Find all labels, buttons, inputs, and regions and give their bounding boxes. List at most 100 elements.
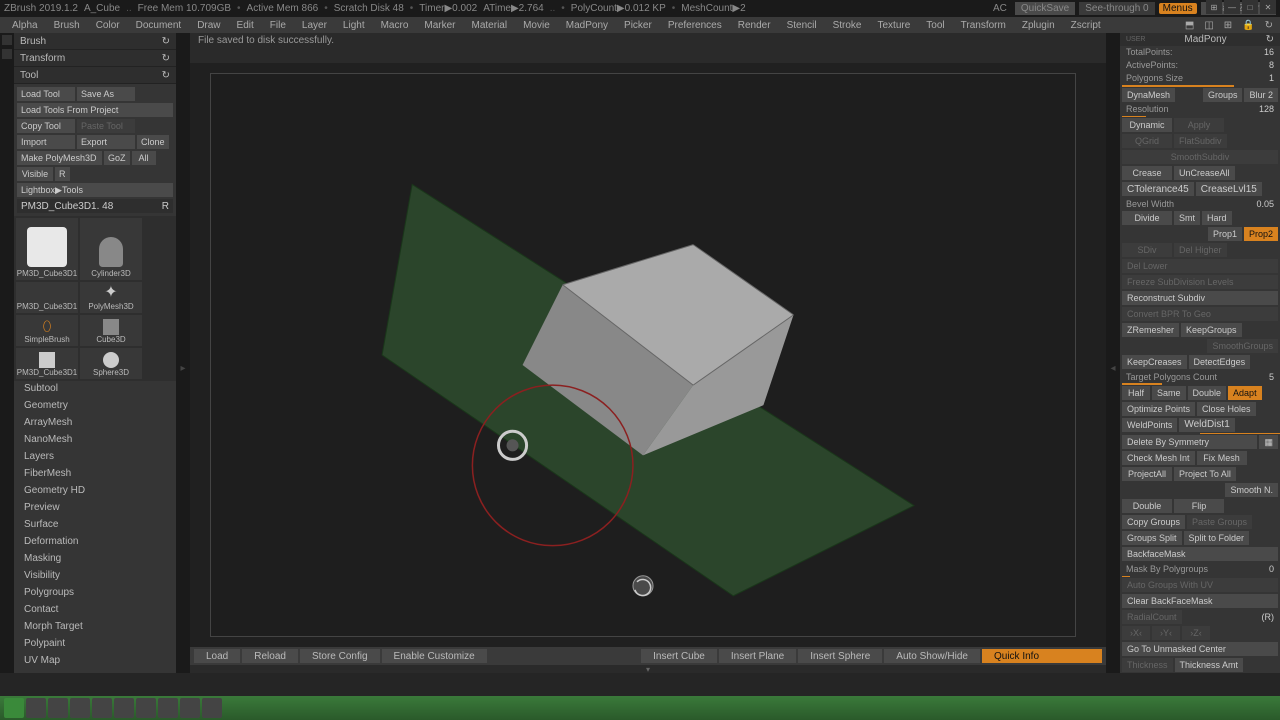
window-minimize-icon[interactable]: — (1224, 0, 1240, 14)
category-item[interactable]: Geometry HD (14, 483, 176, 500)
backfacemask-button[interactable]: BackfaceMask (1122, 547, 1278, 561)
sdiv-slider[interactable]: SDiv (1122, 243, 1172, 257)
taskbar-icon[interactable] (180, 698, 200, 718)
dynamesh-button[interactable]: DynaMesh (1122, 88, 1175, 102)
ui-icon[interactable]: ◫ (1201, 20, 1216, 31)
clone-button[interactable]: Clone (137, 135, 169, 149)
refresh-icon[interactable]: ↻ (162, 36, 170, 47)
menu-item[interactable]: Stroke (825, 20, 870, 31)
welddist-slider[interactable]: WeldDist 1 (1179, 418, 1234, 432)
thickness-amt-slider[interactable]: Thickness Amt (1175, 658, 1244, 672)
menus-button[interactable]: Menus (1159, 3, 1197, 14)
category-item[interactable]: Visibility (14, 568, 176, 585)
keepcreases-button[interactable]: KeepCreases (1122, 355, 1187, 369)
menu-item[interactable]: Draw (189, 20, 228, 31)
category-item[interactable]: NanoMesh (14, 432, 176, 449)
menu-item[interactable]: Preferences (660, 20, 730, 31)
reconstruct-button[interactable]: Reconstruct Subdiv (1122, 291, 1278, 305)
thickness-button[interactable]: Thickness (1122, 658, 1173, 672)
taskbar-icon[interactable] (4, 698, 24, 718)
taskbar-icon[interactable] (136, 698, 156, 718)
load-tool-button[interactable]: Load Tool (17, 87, 75, 101)
apply-button[interactable]: Apply (1174, 118, 1224, 132)
window-pin-icon[interactable]: ⊞ (1206, 0, 1222, 14)
del-higher-button[interactable]: Del Higher (1174, 243, 1227, 257)
copy-tool-button[interactable]: Copy Tool (17, 119, 75, 133)
tool-thumb[interactable]: PM3D_Cube3D1 (16, 282, 78, 313)
refresh-icon[interactable]: ↻ (1262, 20, 1276, 31)
menu-item[interactable]: Tool (918, 20, 952, 31)
adapt-button[interactable]: Adapt (1228, 386, 1262, 400)
flip-button[interactable]: Flip (1174, 499, 1224, 513)
go-unmasked-button[interactable]: Go To Unmasked Center (1122, 642, 1278, 656)
make-polymesh-button[interactable]: Make PolyMesh3D (17, 151, 102, 165)
crease-button[interactable]: Crease (1122, 166, 1172, 180)
smoothgroups-button[interactable]: SmoothGroups (1207, 339, 1278, 353)
os-taskbar[interactable] (0, 696, 1280, 720)
groups-split-button[interactable]: Groups Split (1122, 531, 1182, 545)
menu-item[interactable]: Stencil (779, 20, 825, 31)
category-item[interactable]: Contact (14, 602, 176, 619)
taskbar-icon[interactable] (202, 698, 222, 718)
load-button[interactable]: Load (194, 649, 240, 663)
tool-thumb[interactable]: Cylinder3D (80, 218, 142, 280)
creaselvl-slider[interactable]: CreaseLvl 15 (1196, 182, 1262, 196)
category-item[interactable]: Masking (14, 551, 176, 568)
menu-item[interactable]: Zscript (1063, 20, 1109, 31)
ui-icon[interactable]: ⬒ (1182, 20, 1197, 31)
menu-item[interactable]: Macro (373, 20, 417, 31)
insert-sphere-button[interactable]: Insert Sphere (798, 649, 882, 663)
all-button[interactable]: All (132, 151, 156, 165)
category-item[interactable]: FiberMesh (14, 466, 176, 483)
same-button[interactable]: Same (1152, 386, 1186, 400)
half-button[interactable]: Half (1122, 386, 1150, 400)
radialcount-slider[interactable]: RadialCount (1122, 610, 1182, 624)
prop1-button[interactable]: Prop1 (1208, 227, 1242, 241)
menu-item[interactable]: MadPony (558, 20, 616, 31)
window-close-icon[interactable]: ✕ (1260, 0, 1276, 14)
lock-icon[interactable]: 🔒 (1239, 20, 1257, 31)
taskbar-icon[interactable] (70, 698, 90, 718)
smoothsubdiv-button[interactable]: SmoothSubdiv (1122, 150, 1278, 164)
smoothn-button[interactable]: Smooth N. (1225, 483, 1278, 497)
transform-section-head[interactable]: Transform↻ (14, 50, 176, 67)
brush-section-head[interactable]: Brush↻ (14, 33, 176, 50)
taskbar-icon[interactable] (48, 698, 68, 718)
tool-thumb[interactable]: ✦PolyMesh3D (80, 282, 142, 313)
category-item[interactable]: ArrayMesh (14, 415, 176, 432)
export-button[interactable]: Export (77, 135, 135, 149)
visible-button[interactable]: Visible (17, 167, 53, 181)
divide-button[interactable]: Divide (1122, 211, 1172, 225)
paste-groups-button[interactable]: Paste Groups (1187, 515, 1252, 529)
refresh-icon[interactable]: ↻ (162, 53, 170, 64)
insert-plane-button[interactable]: Insert Plane (719, 649, 796, 663)
insert-cube-button[interactable]: Insert Cube (641, 649, 717, 663)
category-item[interactable]: Layers (14, 449, 176, 466)
prop2-button[interactable]: Prop2 (1244, 227, 1278, 241)
double2-button[interactable]: Double (1122, 499, 1172, 513)
category-item[interactable]: Preview (14, 500, 176, 517)
category-item[interactable]: Deformation (14, 534, 176, 551)
ui-icon[interactable]: ⊞ (1221, 20, 1235, 31)
import-button[interactable]: Import (17, 135, 75, 149)
check-mesh-button[interactable]: Check Mesh Int (1122, 451, 1195, 465)
rail-icon[interactable] (2, 49, 12, 59)
category-item[interactable]: Subtool (14, 381, 176, 398)
window-maximize-icon[interactable]: □ (1242, 0, 1258, 14)
tool-thumb[interactable]: Sphere3D (80, 348, 142, 379)
clear-bfmask-button[interactable]: Clear BackFaceMask (1122, 594, 1278, 608)
goz-button[interactable]: GoZ (104, 151, 130, 165)
store-config-button[interactable]: Store Config (300, 649, 380, 663)
menu-item[interactable]: Picker (616, 20, 660, 31)
menu-item[interactable]: Edit (229, 20, 262, 31)
tool-section-head[interactable]: Tool↻ (14, 67, 176, 84)
freeze-subdiv-button[interactable]: Freeze SubDivision Levels (1122, 275, 1278, 289)
category-item[interactable]: Geometry (14, 398, 176, 415)
menu-item[interactable]: Movie (515, 20, 558, 31)
project-to-all-button[interactable]: Project To All (1174, 467, 1236, 481)
optimize-points-button[interactable]: Optimize Points (1122, 402, 1195, 416)
double-button[interactable]: Double (1188, 386, 1227, 400)
seethrough-slider[interactable]: See-through 0 (1079, 2, 1154, 15)
flatsubdiv-button[interactable]: FlatSubdiv (1174, 134, 1227, 148)
menu-item[interactable]: Light (335, 20, 373, 31)
